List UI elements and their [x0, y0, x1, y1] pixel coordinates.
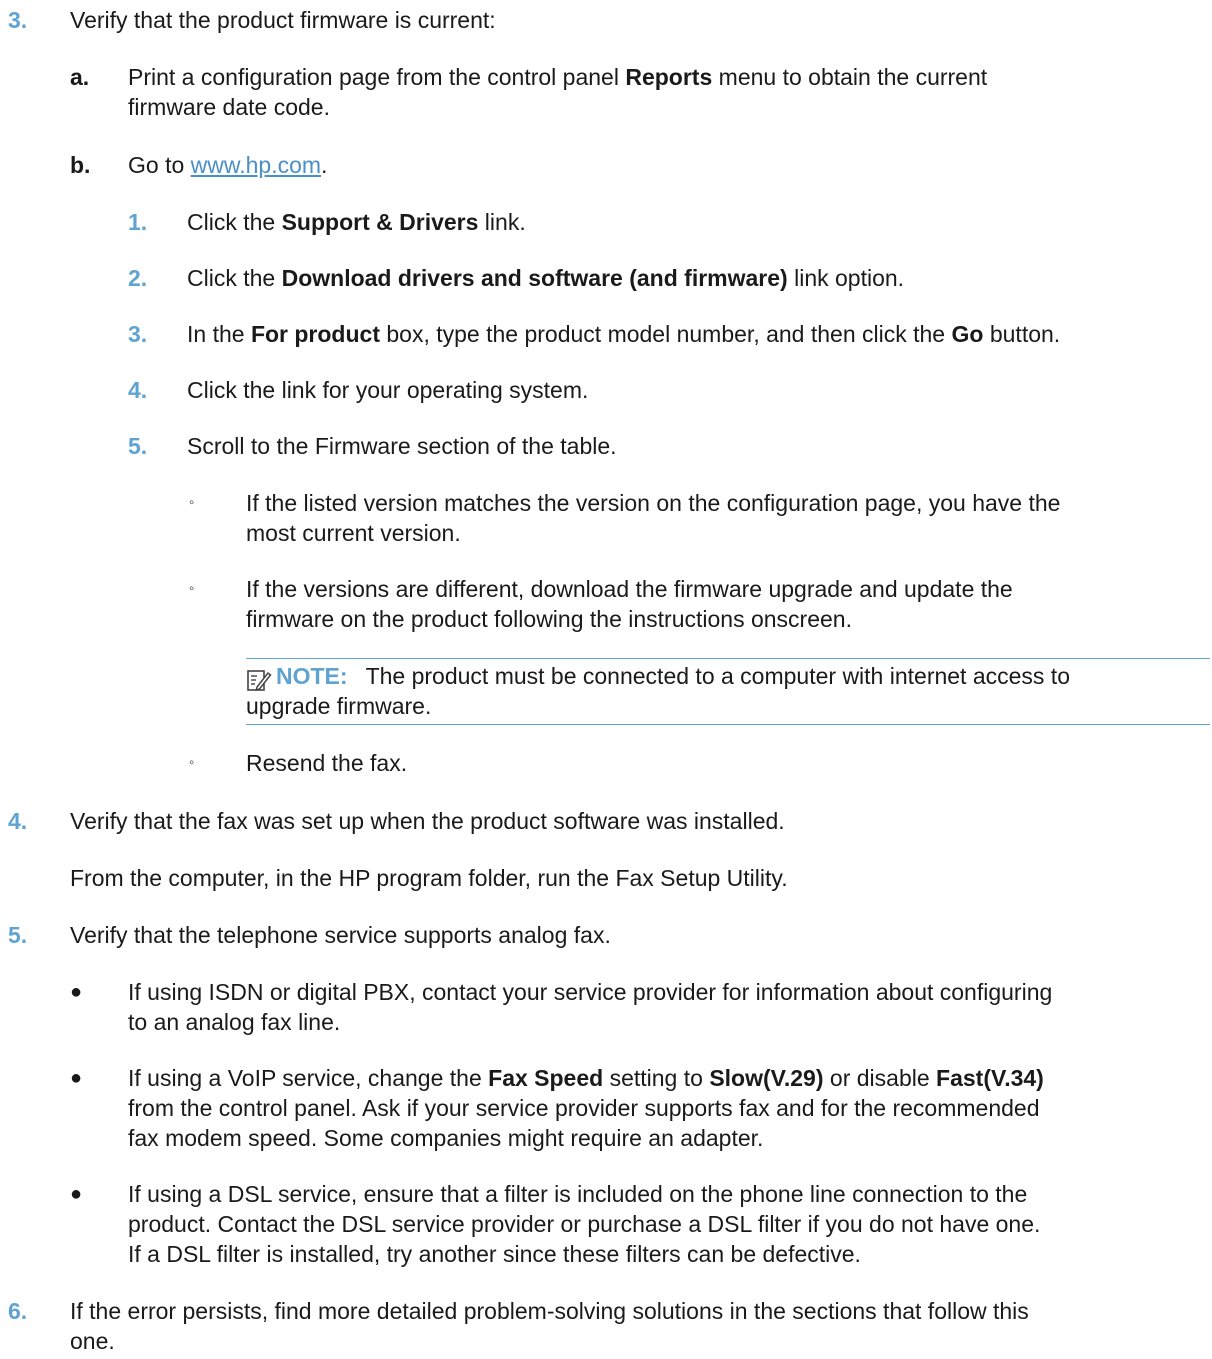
- substep-1-text: Click the Support & Drivers link.: [187, 209, 526, 235]
- step-4-paragraph: From the computer, in the HP program fol…: [70, 865, 788, 891]
- bullet-resend-text: Resend the fax.: [246, 750, 408, 776]
- substep-a-label: a.: [70, 64, 90, 90]
- substep-4-text: Click the link for your operating system…: [187, 377, 589, 403]
- bullet-different-line-1: If the versions are different, download …: [246, 576, 1013, 602]
- filled-bullet-icon: ●: [70, 1183, 83, 1205]
- note-label: NOTE:: [276, 663, 348, 689]
- filled-bullet-icon: ●: [70, 1067, 83, 1089]
- substep-b-label: b.: [70, 152, 91, 178]
- step-6-line-2: one.: [70, 1328, 115, 1354]
- voip-bullet-line-1: If using a VoIP service, change the Fax …: [128, 1065, 1044, 1091]
- step-5-number: 5.: [8, 922, 28, 948]
- substep-2-text: Click the Download drivers and software …: [187, 265, 905, 291]
- substep-b-text: Go to www.hp.com.: [128, 152, 328, 178]
- substep-4-number: 4.: [128, 377, 148, 403]
- voip-bullet-line-3: fax modem speed. Some companies might re…: [128, 1125, 764, 1151]
- filled-bullet-icon: ●: [70, 981, 83, 1003]
- substep-3-number: 3.: [128, 321, 148, 347]
- voip-bullet-line-2: from the control panel. Ask if your serv…: [128, 1095, 1040, 1121]
- step-3-text: Verify that the product firmware is curr…: [70, 7, 496, 33]
- substep-a-line-1: Print a configuration page from the cont…: [128, 64, 988, 90]
- substep-a-line-2: firmware date code.: [128, 94, 330, 120]
- bullet-match-line-2: most current version.: [246, 520, 461, 546]
- bullet-different-line-2: firmware on the product following the in…: [246, 606, 852, 632]
- bullet-match-line-1: If the listed version matches the versio…: [246, 490, 1061, 516]
- substep-5-text: Scroll to the Firmware section of the ta…: [187, 433, 617, 459]
- dsl-bullet-line-3: If a DSL filter is installed, try anothe…: [128, 1241, 861, 1267]
- dsl-bullet-line-2: product. Contact the DSL service provide…: [128, 1211, 1041, 1237]
- note-bottom-rule: [246, 724, 1210, 725]
- step-3-number: 3.: [8, 7, 28, 33]
- step-4-number: 4.: [8, 808, 28, 834]
- dsl-bullet-line-1: If using a DSL service, ensure that a fi…: [128, 1181, 1028, 1207]
- hp-website-link[interactable]: www.hp.com: [191, 152, 321, 178]
- circle-bullet-icon: ◦: [189, 754, 195, 771]
- substep-5-number: 5.: [128, 433, 148, 459]
- step-6-number: 6.: [8, 1298, 28, 1324]
- note-line-1: NOTE: The product must be connected to a …: [276, 663, 1070, 689]
- circle-bullet-icon: ◦: [189, 494, 195, 511]
- note-line-2: upgrade firmware.: [246, 693, 432, 719]
- substep-1-number: 1.: [128, 209, 148, 235]
- circle-bullet-icon: ◦: [189, 580, 195, 597]
- step-5-text: Verify that the telephone service suppor…: [70, 922, 611, 948]
- step-6-line-1: If the error persists, find more detaile…: [70, 1298, 1029, 1324]
- isdn-bullet-line-2: to an analog fax line.: [128, 1009, 341, 1035]
- isdn-bullet-line-1: If using ISDN or digital PBX, contact yo…: [128, 979, 1053, 1005]
- substep-3-text: In the For product box, type the product…: [187, 321, 1061, 347]
- substep-2-number: 2.: [128, 265, 148, 291]
- note-top-rule: [246, 658, 1210, 659]
- step-4-text: Verify that the fax was set up when the …: [70, 808, 785, 834]
